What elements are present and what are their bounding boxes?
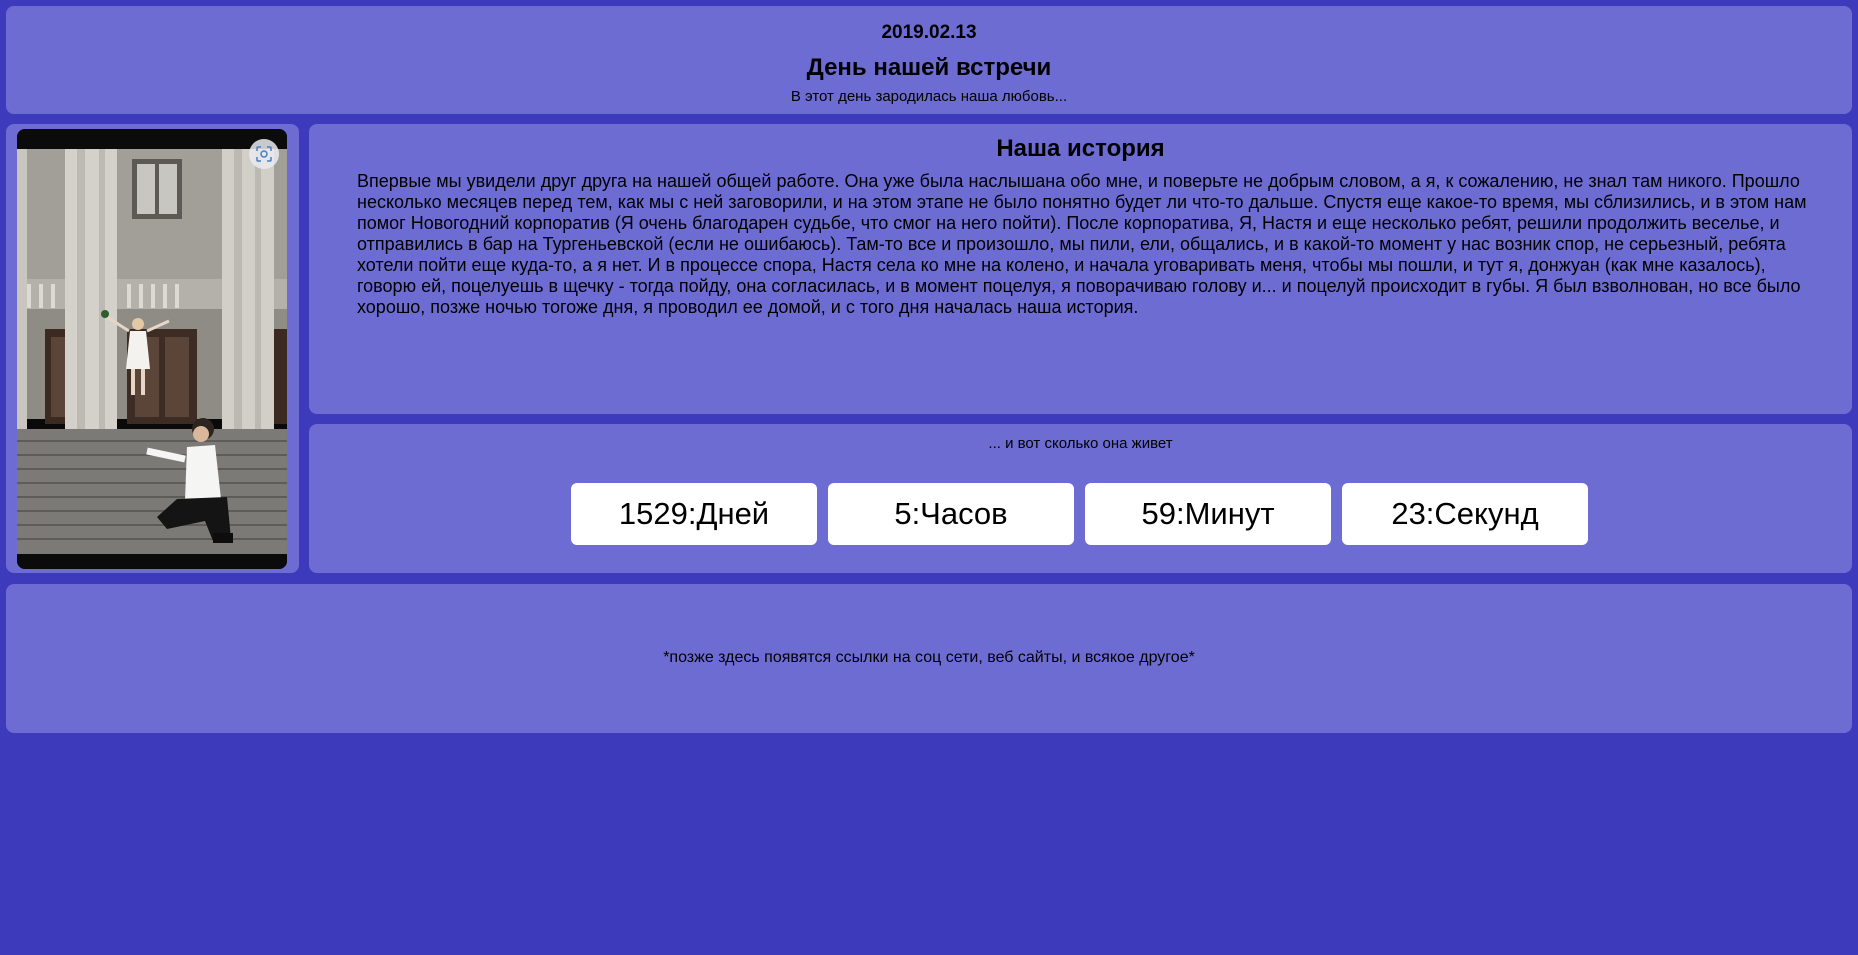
couple-photo: [17, 129, 287, 569]
counter-caption: ... и вот сколько она живет: [988, 435, 1173, 452]
page-title: День нашей встречи: [806, 54, 1052, 81]
days-counter: 1529:Дней: [571, 483, 817, 545]
minutes-counter: 59:Минут: [1085, 483, 1331, 545]
story-title: Наша история: [996, 135, 1165, 162]
meeting-date: 2019.02.13: [881, 22, 977, 43]
photo-panel: [6, 124, 299, 573]
counter-panel: ... и вот сколько она живет 1529:Дней 5:…: [309, 424, 1852, 573]
footer-panel: *позже здесь появятся ссылки на соц сети…: [6, 584, 1852, 733]
story-text: Впервые мы увидели друг друга на нашей о…: [357, 171, 1807, 317]
header-panel: 2019.02.13 День нашей встречи В этот ден…: [6, 6, 1852, 114]
footer-note: *позже здесь появятся ссылки на соц сети…: [663, 649, 1195, 666]
hours-counter: 5:Часов: [828, 483, 1074, 545]
counter-boxes: 1529:Дней 5:Часов 59:Минут 23:Секунд: [571, 483, 1588, 545]
page-subtitle: В этот день зародилась наша любовь...: [790, 88, 1068, 105]
seconds-counter: 23:Секунд: [1342, 483, 1588, 545]
camera-scan-icon[interactable]: [249, 139, 279, 169]
story-panel: Наша история Впервые мы увидели друг дру…: [309, 124, 1852, 414]
